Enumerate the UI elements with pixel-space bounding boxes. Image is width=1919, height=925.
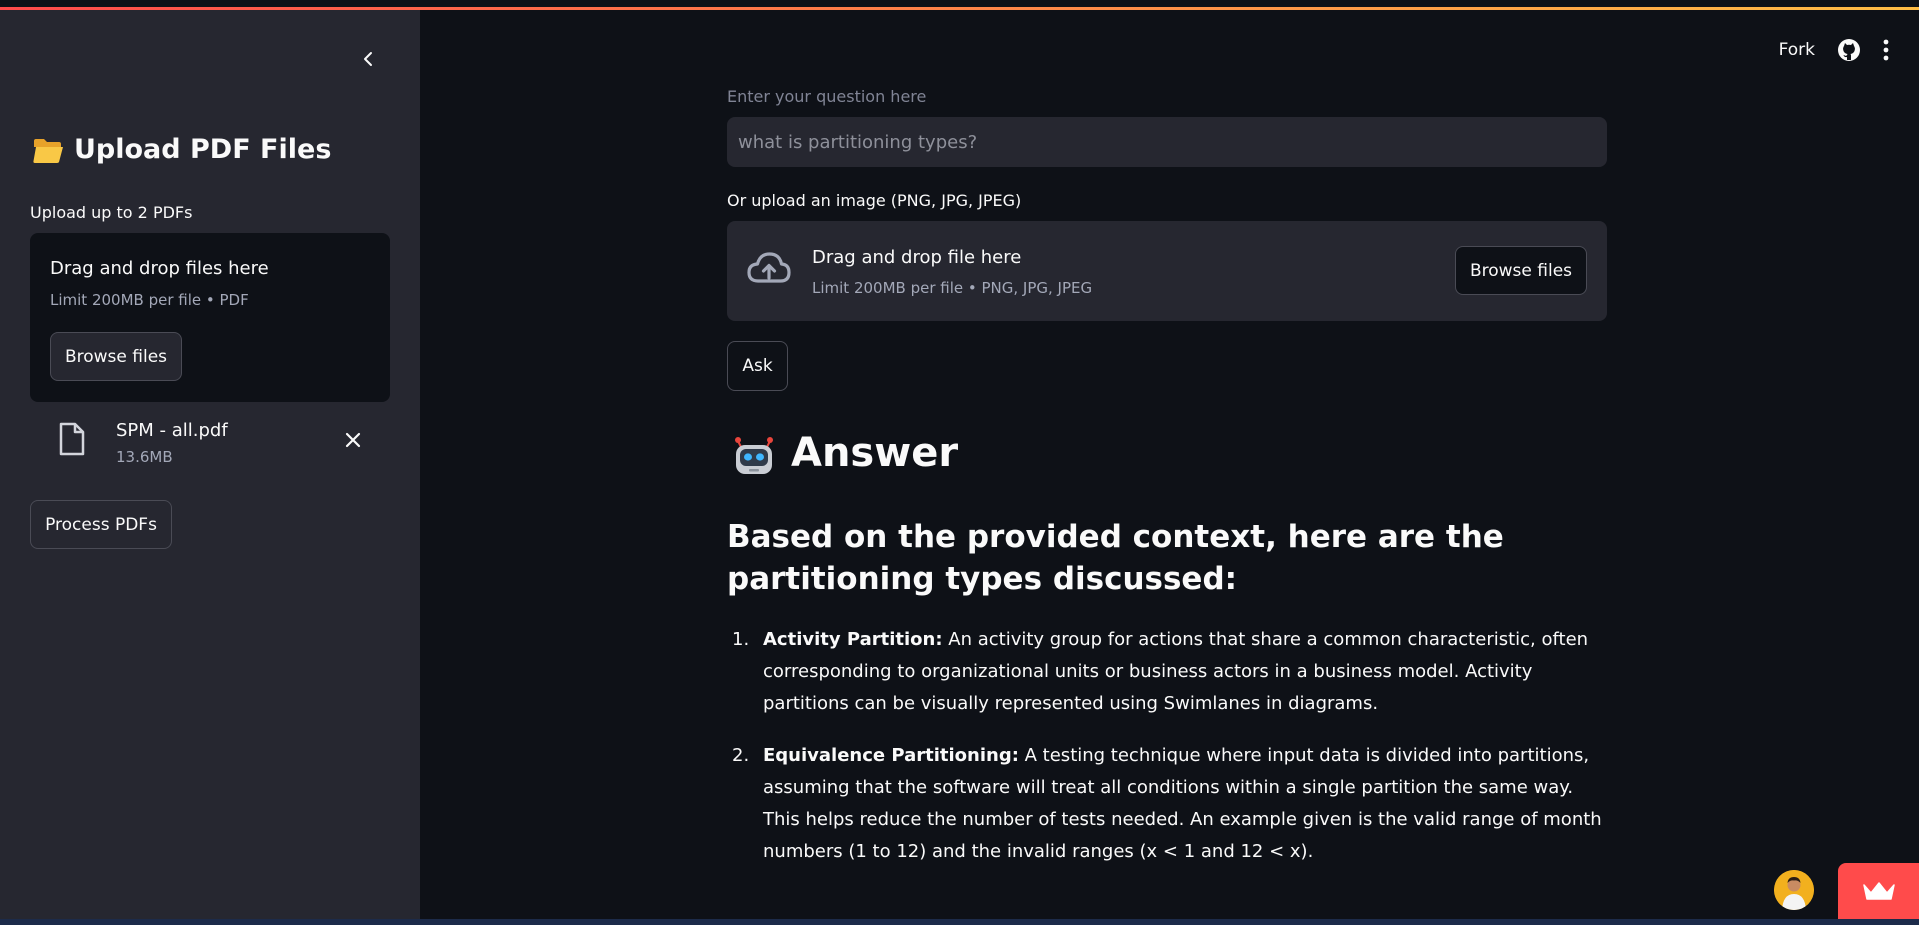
ask-button[interactable]: Ask xyxy=(727,341,788,391)
list-item-term: Activity Partition: xyxy=(763,629,943,650)
pdf-dropzone-limit: Limit 200MB per file • PDF xyxy=(50,291,249,309)
sidebar: Upload PDF Files Upload up to 2 PDFs Dra… xyxy=(0,10,420,919)
streamlit-badge[interactable] xyxy=(1838,863,1919,919)
list-item: 1. Activity Partition: An activity group … xyxy=(727,624,1607,720)
upload-hint: Upload up to 2 PDFs xyxy=(30,203,193,222)
question-label: Enter your question here xyxy=(727,87,927,106)
cloud-upload-icon xyxy=(747,252,791,283)
chevron-left-icon xyxy=(364,52,372,66)
sidebar-title-text: Upload PDF Files xyxy=(74,134,332,165)
list-item: 2. Equivalence Partitioning: A testing te… xyxy=(727,740,1607,868)
answer-subtitle: Based on the provided context, here are … xyxy=(727,519,1504,597)
pdf-dropzone-title: Drag and drop files here xyxy=(50,258,269,279)
folder-icon xyxy=(33,138,63,163)
fork-link[interactable]: Fork xyxy=(1779,40,1815,60)
avatar[interactable] xyxy=(1774,870,1814,910)
list-item-number: 1. xyxy=(732,629,750,650)
answer-title: Answer xyxy=(791,430,959,476)
taskbar-strip xyxy=(0,919,1919,925)
crown-icon xyxy=(1862,882,1895,900)
pdf-browse-button[interactable]: Browse files xyxy=(50,332,182,381)
answer-heading: Answer xyxy=(731,430,958,476)
process-pdfs-button[interactable]: Process PDFs xyxy=(30,500,172,549)
pdf-dropzone[interactable]: Drag and drop files here Limit 200MB per… xyxy=(30,233,390,402)
file-size: 13.6MB xyxy=(116,448,173,466)
question-input[interactable] xyxy=(727,117,1607,167)
answer-list: 1. Activity Partition: An activity group … xyxy=(727,624,1607,888)
file-icon xyxy=(59,422,85,456)
github-icon[interactable] xyxy=(1837,38,1861,62)
more-menu-icon[interactable] xyxy=(1883,39,1889,61)
robot-icon xyxy=(735,437,773,474)
remove-file-icon[interactable] xyxy=(345,432,361,448)
image-dropzone-title: Drag and drop file here xyxy=(812,247,1022,268)
image-upload-label: Or upload an image (PNG, JPG, JPEG) xyxy=(727,191,1022,210)
list-item-number: 2. xyxy=(732,745,750,766)
uploaded-file: SPM - all.pdf 13.6MB xyxy=(30,410,390,470)
header-toolbar: Fork xyxy=(1779,38,1889,62)
user-avatar-icon xyxy=(1774,870,1814,910)
image-dropzone-limit: Limit 200MB per file • PNG, JPG, JPEG xyxy=(812,279,1093,297)
sidebar-title: Upload PDF Files xyxy=(32,134,331,165)
image-browse-button[interactable]: Browse files xyxy=(1455,246,1587,295)
image-dropzone[interactable]: Drag and drop file here Limit 200MB per … xyxy=(727,221,1607,321)
collapse-sidebar-button[interactable] xyxy=(355,46,381,72)
file-name: SPM - all.pdf xyxy=(116,420,228,441)
list-item-term: Equivalence Partitioning: xyxy=(763,745,1019,766)
